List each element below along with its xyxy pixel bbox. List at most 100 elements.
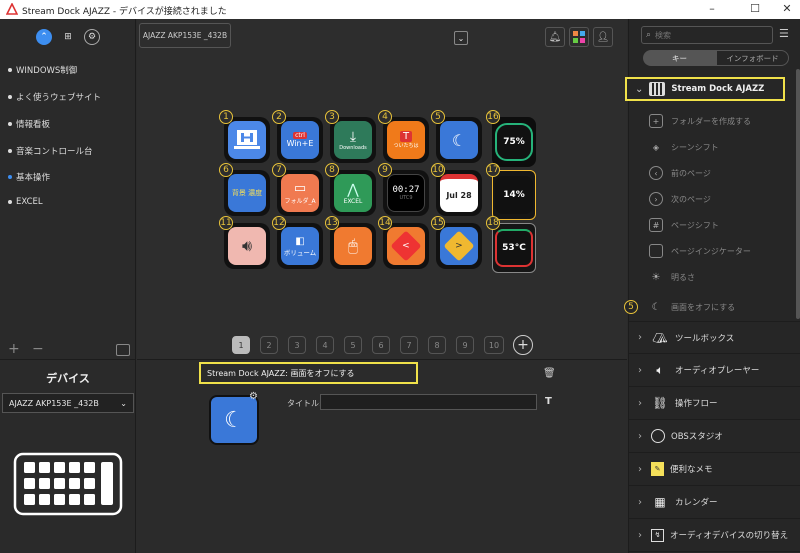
profile-item[interactable]: WINDOWS制御 (8, 64, 77, 76)
speaker-icon: 🔊︎ (241, 236, 253, 255)
key-18[interactable]: 53°C (492, 223, 536, 273)
remove-profile-icon[interactable]: − (32, 341, 44, 357)
bullet-icon (8, 200, 12, 204)
key-label: フォルダ_A (284, 198, 316, 205)
page-button-4[interactable]: 4 (316, 336, 334, 354)
category-audio-player[interactable]: › 🔈︎ オーディオプレーヤー (629, 354, 800, 387)
key-12[interactable]: ◧ ボリューム (277, 223, 323, 269)
action-brightness[interactable]: ☀ 明るさ (649, 264, 799, 290)
tab-infoboard[interactable]: インフォボード (716, 50, 789, 66)
property-inspector: Stream Dock AJAZZ: 画面をオフにする 🗑︎ ☾ ⚙ タイトル:… (137, 359, 627, 553)
category-label: カレンダー (675, 498, 718, 508)
search-box[interactable]: ⌕ (641, 26, 773, 44)
action-label: ページインジケーター (671, 246, 751, 256)
action-next-page[interactable]: › 次のページ (649, 186, 799, 212)
key-2[interactable]: ctrl Win+E (277, 117, 323, 163)
menu-icon[interactable]: ☰ (779, 27, 789, 40)
category-operation-flow[interactable]: › ⛓︎ 操作フロー (629, 387, 800, 420)
key-number-badge: 8 (325, 163, 339, 177)
page-button-6[interactable]: 6 (372, 336, 390, 354)
device-tab[interactable]: AJAZZ AKP153E _432B (139, 23, 231, 48)
text-format-icon[interactable]: T (545, 396, 552, 407)
key-11[interactable]: 🔊︎ (224, 223, 270, 269)
key-16[interactable]: 75% (492, 117, 536, 167)
key-9[interactable]: 00:27 UTC9 (383, 170, 429, 216)
chevron-right-icon: › (638, 397, 642, 409)
page-button-3[interactable]: 3 (288, 336, 306, 354)
search-input[interactable] (655, 30, 756, 40)
store-icon[interactable] (569, 27, 589, 47)
page-button-1[interactable]: 1 (232, 336, 250, 354)
maximize-icon[interactable]: ☐ (748, 2, 762, 15)
key-14[interactable]: < (383, 223, 429, 269)
category-obs-studio[interactable]: › OBSスタジオ (629, 420, 800, 453)
gear-icon[interactable]: ⚙ (249, 391, 258, 402)
title-input[interactable] (320, 394, 537, 410)
key-number-badge: 4 (378, 110, 392, 124)
key-6[interactable]: 背景 濃度 (224, 170, 270, 216)
chevron-right-icon: › (638, 463, 642, 475)
action-screen-off[interactable]: ☾ 画面をオフにする (649, 294, 799, 320)
flow-icon: ⛓︎ (652, 396, 668, 410)
tab-keys[interactable]: キー (643, 50, 716, 66)
page-button-5[interactable]: 5 (344, 336, 362, 354)
keypad-icon (649, 82, 666, 96)
text-icon: T (399, 131, 413, 142)
category-audio-device-switch[interactable]: › ↯ オーディオデバイスの切り替え (629, 519, 800, 552)
key-number-badge: 12 (272, 216, 286, 230)
action-previous-page[interactable]: ‹ 前のページ (649, 160, 799, 186)
device-select[interactable]: AJAZZ AKP153E _432B ⌄ (2, 393, 134, 413)
user-icon[interactable]: 👤︎ (593, 27, 613, 47)
device-icon[interactable]: ⊞ (60, 29, 76, 45)
key-15[interactable]: > (436, 223, 482, 269)
profile-item[interactable]: よく使うウェブサイト (8, 91, 101, 103)
action-create-folder[interactable]: + フォルダーを作成する (649, 108, 799, 134)
section-stream-dock-ajazz[interactable]: ⌄ Stream Dock AJAZZ (625, 77, 785, 101)
profile-item[interactable]: 情報看板 (8, 118, 50, 130)
key-13[interactable]: 🖱︎ (330, 223, 376, 269)
device-panel: デバイス AJAZZ AKP153E _432B ⌄ (0, 359, 136, 553)
close-icon[interactable]: ✕ (780, 2, 794, 15)
category-toolbox[interactable]: › ⛺︎ ツールボックス (629, 321, 800, 354)
download-icon: ⤓ (349, 129, 357, 145)
key-17[interactable]: 14% (492, 170, 536, 220)
page-button-8[interactable]: 8 (428, 336, 446, 354)
page-button-9[interactable]: 9 (456, 336, 474, 354)
key-7[interactable]: ▭ フォルダ_A (277, 170, 323, 216)
minimize-icon[interactable]: – (705, 2, 719, 15)
action-page-shift[interactable]: # ページシフト (649, 212, 799, 238)
export-profile-icon[interactable] (116, 344, 130, 356)
add-profile-icon[interactable]: + (8, 341, 20, 357)
chevron-down-icon: ⌄ (120, 398, 127, 408)
bell-icon[interactable]: 🔔︎ (545, 27, 565, 47)
next-page-icon: > (443, 230, 475, 262)
profile-icon[interactable]: ⌃ (36, 29, 52, 45)
page-button-7[interactable]: 7 (400, 336, 418, 354)
action-preview-moon-icon[interactable]: ☾ (209, 395, 259, 445)
action-scene-shift[interactable]: ◈ シーンシフト (649, 134, 799, 160)
key-1[interactable] (224, 117, 270, 163)
category-calendar[interactable]: › ▦ カレンダー (629, 486, 800, 519)
category-memo[interactable]: › ✎ 便利なメモ (629, 453, 800, 486)
key-3[interactable]: ⤓ Downloads (330, 117, 376, 163)
key-8[interactable]: ⋀ EXCEL (330, 170, 376, 216)
profile-item-active[interactable]: 基本操作 (8, 171, 50, 183)
profile-item[interactable]: EXCEL (8, 197, 43, 207)
trash-icon[interactable]: 🗑︎ (543, 368, 556, 379)
key-10[interactable]: Jul 28 (436, 170, 482, 216)
key-5[interactable]: ☾ (436, 117, 482, 163)
add-page-icon[interactable]: + (513, 335, 533, 355)
key-4[interactable]: T ついたちは (383, 117, 429, 163)
chevron-down-icon[interactable]: ⌄ (454, 31, 468, 45)
key-number-badge: 17 (486, 163, 500, 177)
section-title: Stream Dock AJAZZ (671, 84, 765, 94)
action-page-indicator[interactable]: ページインジケーター (649, 238, 799, 264)
chevron-down-icon: ⌄ (635, 83, 644, 95)
page-button-10[interactable]: 10 (484, 336, 504, 354)
profile-item[interactable]: 音楽コントロール台 (8, 145, 93, 157)
scrollbar[interactable] (796, 69, 800, 319)
gear-icon[interactable]: ⚙ (84, 29, 100, 45)
key-label: < (402, 240, 410, 251)
key-number-badge: 14 (378, 216, 392, 230)
page-button-2[interactable]: 2 (260, 336, 278, 354)
